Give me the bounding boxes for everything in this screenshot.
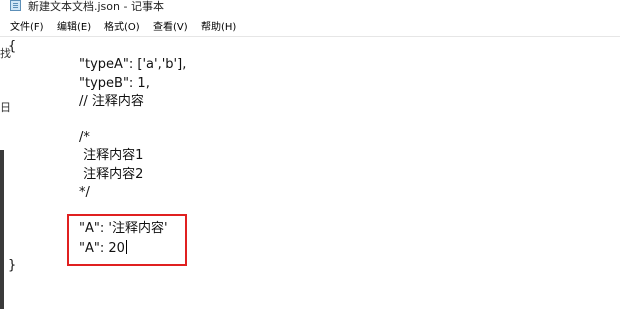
editor-line-5: /* [79,130,90,145]
menu-bar: 文件(F) 编辑(E) 格式(O) 查看(V) 帮助(H) [0,14,620,37]
editor-line-7: 注释内容2 [79,167,144,182]
window-title: 新建文本文档.json - 记事本 [28,0,164,13]
editor-line-1: { [8,39,17,54]
highlight-annotation-box [67,214,187,266]
menu-help[interactable]: 帮助(H) [201,18,236,33]
editor-line-3: "typeB": 1, [79,76,150,91]
menu-edit[interactable]: 编辑(E) [57,18,91,33]
menu-file[interactable]: 文件(F) [10,18,44,33]
menu-view[interactable]: 查看(V) [153,18,188,33]
text-editor[interactable]: 找 日 { "typeA": ['a','b'], "typeB": 1, //… [0,37,620,309]
notepad-icon [10,0,21,11]
background-window-edge [0,150,4,309]
editor-line-8: */ [79,185,90,200]
title-bar: 新建文本文档.json - 记事本 [0,0,620,14]
editor-line-2: "typeA": ['a','b'], [79,57,187,72]
background-fragment-lower: 日 [0,101,11,114]
editor-line-11: } [8,258,17,273]
menu-format[interactable]: 格式(O) [104,18,140,33]
editor-line-6: 注释内容1 [79,148,144,163]
editor-line-4: // 注释内容 [79,94,144,109]
